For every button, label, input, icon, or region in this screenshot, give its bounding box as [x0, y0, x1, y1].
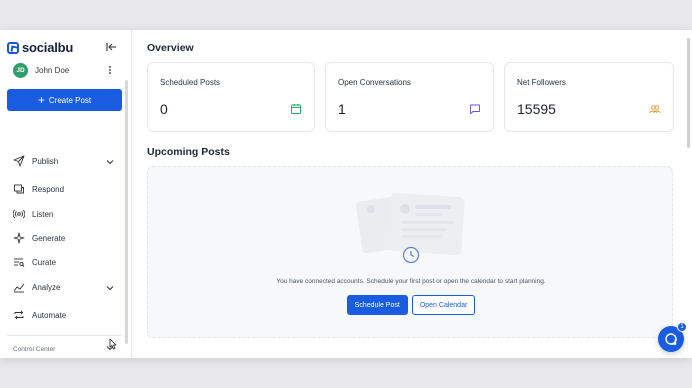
- sidebar-item-label: Listen: [32, 209, 54, 219]
- plus-icon: +: [37, 93, 45, 107]
- brand-name: socialbu: [22, 40, 74, 55]
- broadcast-icon: [13, 209, 25, 219]
- empty-state-illustration: [356, 192, 465, 264]
- empty-state-actions: Schedule Post Open Calendar: [148, 295, 674, 315]
- filter-list-icon: [14, 258, 25, 267]
- sidebar-scrollbar[interactable]: [125, 80, 128, 344]
- net-followers-card[interactable]: Net Followers 15595: [504, 62, 674, 132]
- main-scrollbar[interactable]: [687, 38, 690, 148]
- app-window: socialbu JD John Doe + Create Post Publi…: [0, 30, 692, 358]
- collapse-sidebar-icon[interactable]: [104, 40, 118, 54]
- mouse-cursor-icon: [109, 338, 117, 350]
- open-conversations-card[interactable]: Open Conversations 1: [325, 62, 494, 132]
- sidebar-item-analyze[interactable]: Analyze: [13, 281, 60, 293]
- control-center-toggle[interactable]: Control Center: [13, 346, 55, 353]
- calendar-icon: [291, 104, 301, 114]
- chat-icon: [14, 184, 24, 194]
- card-value: 15595: [517, 101, 556, 117]
- upcoming-posts-heading: Upcoming Posts: [147, 146, 230, 158]
- empty-state-message: You have connected accounts. Schedule yo…: [276, 278, 546, 285]
- sidebar-item-label: Publish: [32, 156, 59, 166]
- scheduled-posts-card[interactable]: Scheduled Posts 0: [147, 62, 315, 132]
- chart-line-icon: [13, 283, 25, 293]
- chevron-down-icon[interactable]: [105, 157, 115, 167]
- card-title: Open Conversations: [338, 78, 411, 87]
- card-title: Net Followers: [517, 78, 566, 87]
- sidebar-item-publish[interactable]: Publish: [13, 155, 58, 167]
- chat-unread-badge: 1: [677, 322, 687, 332]
- sparkle-icon: [13, 232, 25, 244]
- card-title: Scheduled Posts: [160, 78, 221, 87]
- send-icon: [13, 155, 25, 167]
- chat-support-icon: [665, 333, 677, 345]
- sidebar: socialbu JD John Doe + Create Post Publi…: [0, 30, 132, 358]
- brand-logo[interactable]: socialbu: [7, 40, 73, 55]
- message-icon: [470, 104, 480, 114]
- sidebar-item-label: Generate: [32, 233, 66, 243]
- user-menu-icon[interactable]: [106, 65, 114, 77]
- control-center-label: Control Center: [13, 346, 56, 353]
- sidebar-item-label: Respond: [32, 184, 65, 194]
- open-calendar-button[interactable]: Open Calendar: [411, 295, 476, 315]
- chevron-down-icon[interactable]: [105, 283, 115, 293]
- upcoming-posts-empty-state: You have connected accounts. Schedule yo…: [147, 166, 673, 338]
- sidebar-item-label: Curate: [32, 257, 57, 267]
- sidebar-item-label: Analyze: [32, 282, 61, 292]
- create-post-label: Create Post: [48, 95, 92, 105]
- main-content: Overview Scheduled Posts 0 Open Conversa…: [133, 30, 692, 358]
- user-name: John Doe: [35, 66, 70, 75]
- users-icon: [649, 105, 661, 114]
- card-value: 0: [160, 101, 168, 117]
- create-post-button[interactable]: + Create Post: [7, 89, 122, 111]
- repeat-icon: [14, 310, 24, 320]
- avatar: JD: [13, 63, 28, 78]
- card-value: 1: [338, 101, 346, 117]
- sidebar-divider: [7, 335, 122, 336]
- sidebar-item-generate[interactable]: Generate: [13, 232, 65, 244]
- sidebar-item-respond[interactable]: Respond: [13, 183, 64, 195]
- user-profile[interactable]: JD John Doe: [13, 63, 69, 78]
- socialbu-logo-icon: [7, 41, 19, 54]
- overview-heading: Overview: [147, 42, 194, 54]
- sidebar-item-automate[interactable]: Automate: [13, 309, 66, 321]
- schedule-post-button[interactable]: Schedule Post: [346, 295, 408, 315]
- sidebar-item-curate[interactable]: Curate: [13, 256, 56, 268]
- sidebar-item-listen[interactable]: Listen: [13, 208, 53, 220]
- sidebar-item-label: Automate: [32, 310, 67, 320]
